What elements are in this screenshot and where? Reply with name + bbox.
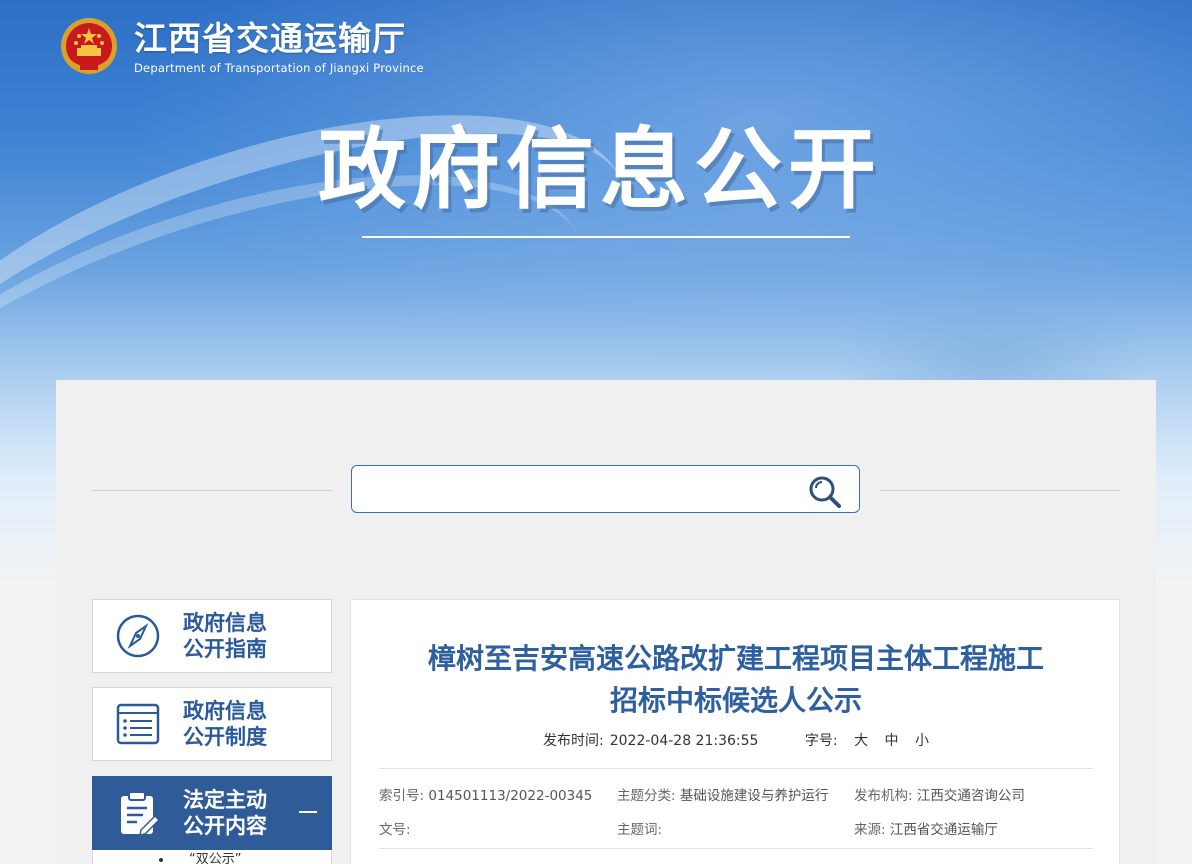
source-label: 来源: (854, 822, 886, 838)
site-name-en: Department of Transportation of Jiangxi … (134, 61, 424, 75)
sidebar-item-guide-line1: 政府信息 (183, 611, 267, 635)
national-emblem-icon (61, 18, 117, 74)
sidebar-item-guide-line2: 公开指南 (183, 637, 267, 661)
font-size-small-button[interactable]: 小 (915, 733, 929, 749)
publishing-org-label: 发布机构: (854, 788, 913, 804)
index-number-value: 014501113/2022-00345 (428, 788, 593, 804)
article-meta: 发布时间: 2022-04-28 21:36:55 字号: 大 中 小 (351, 730, 1121, 750)
sidebar-sub-item[interactable]: “双公示” (92, 850, 332, 864)
source: 来源: 江西省交通运输厅 (854, 818, 998, 838)
sidebar-sub-item-label: “双公示” (189, 852, 242, 864)
sidebar-item-system-line2: 公开制度 (183, 725, 267, 749)
sidebar-item-system-line1: 政府信息 (183, 699, 267, 723)
sidebar-item-statutory[interactable]: 法定主动 公开内容 (92, 776, 332, 850)
banner-title-underline (362, 236, 850, 238)
font-size-label: 字号: (804, 733, 838, 749)
article-title-line2: 招标中标候选人公示 (609, 684, 862, 717)
subject-keywords-label: 主题词: (617, 822, 663, 838)
topic-category-value: 基础设施建设与养护运行 (679, 788, 829, 804)
publishing-org-value: 江西交通咨询公司 (916, 788, 1025, 804)
search-icon[interactable] (805, 474, 845, 508)
search-box (351, 465, 860, 513)
publishing-org: 发布机构: 江西交通咨询公司 (854, 784, 1025, 804)
banner-trees-decoration (772, 200, 1192, 400)
index-number: 索引号: 014501113/2022-00345 (379, 784, 592, 804)
topic-category-label: 主题分类: (617, 788, 676, 804)
sidebar-item-system[interactable]: 政府信息 公开制度 (92, 687, 332, 761)
font-size-medium-button[interactable]: 中 (885, 733, 899, 749)
document-number-label: 文号: (379, 822, 411, 838)
bullet-icon (159, 858, 163, 862)
source-value: 江西省交通运输厅 (889, 822, 998, 838)
publish-time: 2022-04-28 21:36:55 (609, 733, 759, 749)
site-name-cn: 江西省交通运输厅 (134, 19, 406, 58)
font-size-large-button[interactable]: 大 (854, 733, 868, 749)
clipboard-icon (121, 791, 161, 836)
sidebar-item-statutory-line1: 法定主动 (183, 788, 267, 812)
collapse-icon[interactable] (299, 811, 317, 813)
article-title: 樟树至吉安高速公路改扩建工程项目主体工程施工 招标中标候选人公示 (351, 638, 1121, 722)
search-divider-right (880, 490, 1120, 491)
site-logo[interactable]: 江西省交通运输厅 Department of Transportation of… (56, 14, 424, 80)
article-divider-2 (379, 848, 1093, 849)
banner-title: 政府信息公开 (317, 118, 882, 221)
index-number-label: 索引号: (379, 788, 425, 804)
sidebar-item-guide[interactable]: 政府信息 公开指南 (92, 599, 332, 673)
list-icon (116, 703, 160, 745)
sidebar-item-statutory-line2: 公开内容 (183, 814, 267, 838)
search-divider-left (92, 490, 332, 491)
publish-time-label: 发布时间: (543, 733, 604, 749)
search-input[interactable] (362, 474, 792, 504)
article-title-line1: 樟树至吉安高速公路改扩建工程项目主体工程施工 (427, 642, 1044, 675)
article-panel: 樟树至吉安高速公路改扩建工程项目主体工程施工 招标中标候选人公示 发布时间: 20… (350, 599, 1120, 864)
subject-keywords: 主题词: (617, 818, 662, 838)
topic-category: 主题分类: 基础设施建设与养护运行 (617, 784, 828, 804)
document-number: 文号: (379, 818, 411, 838)
article-divider (379, 768, 1093, 769)
compass-icon (116, 614, 160, 658)
